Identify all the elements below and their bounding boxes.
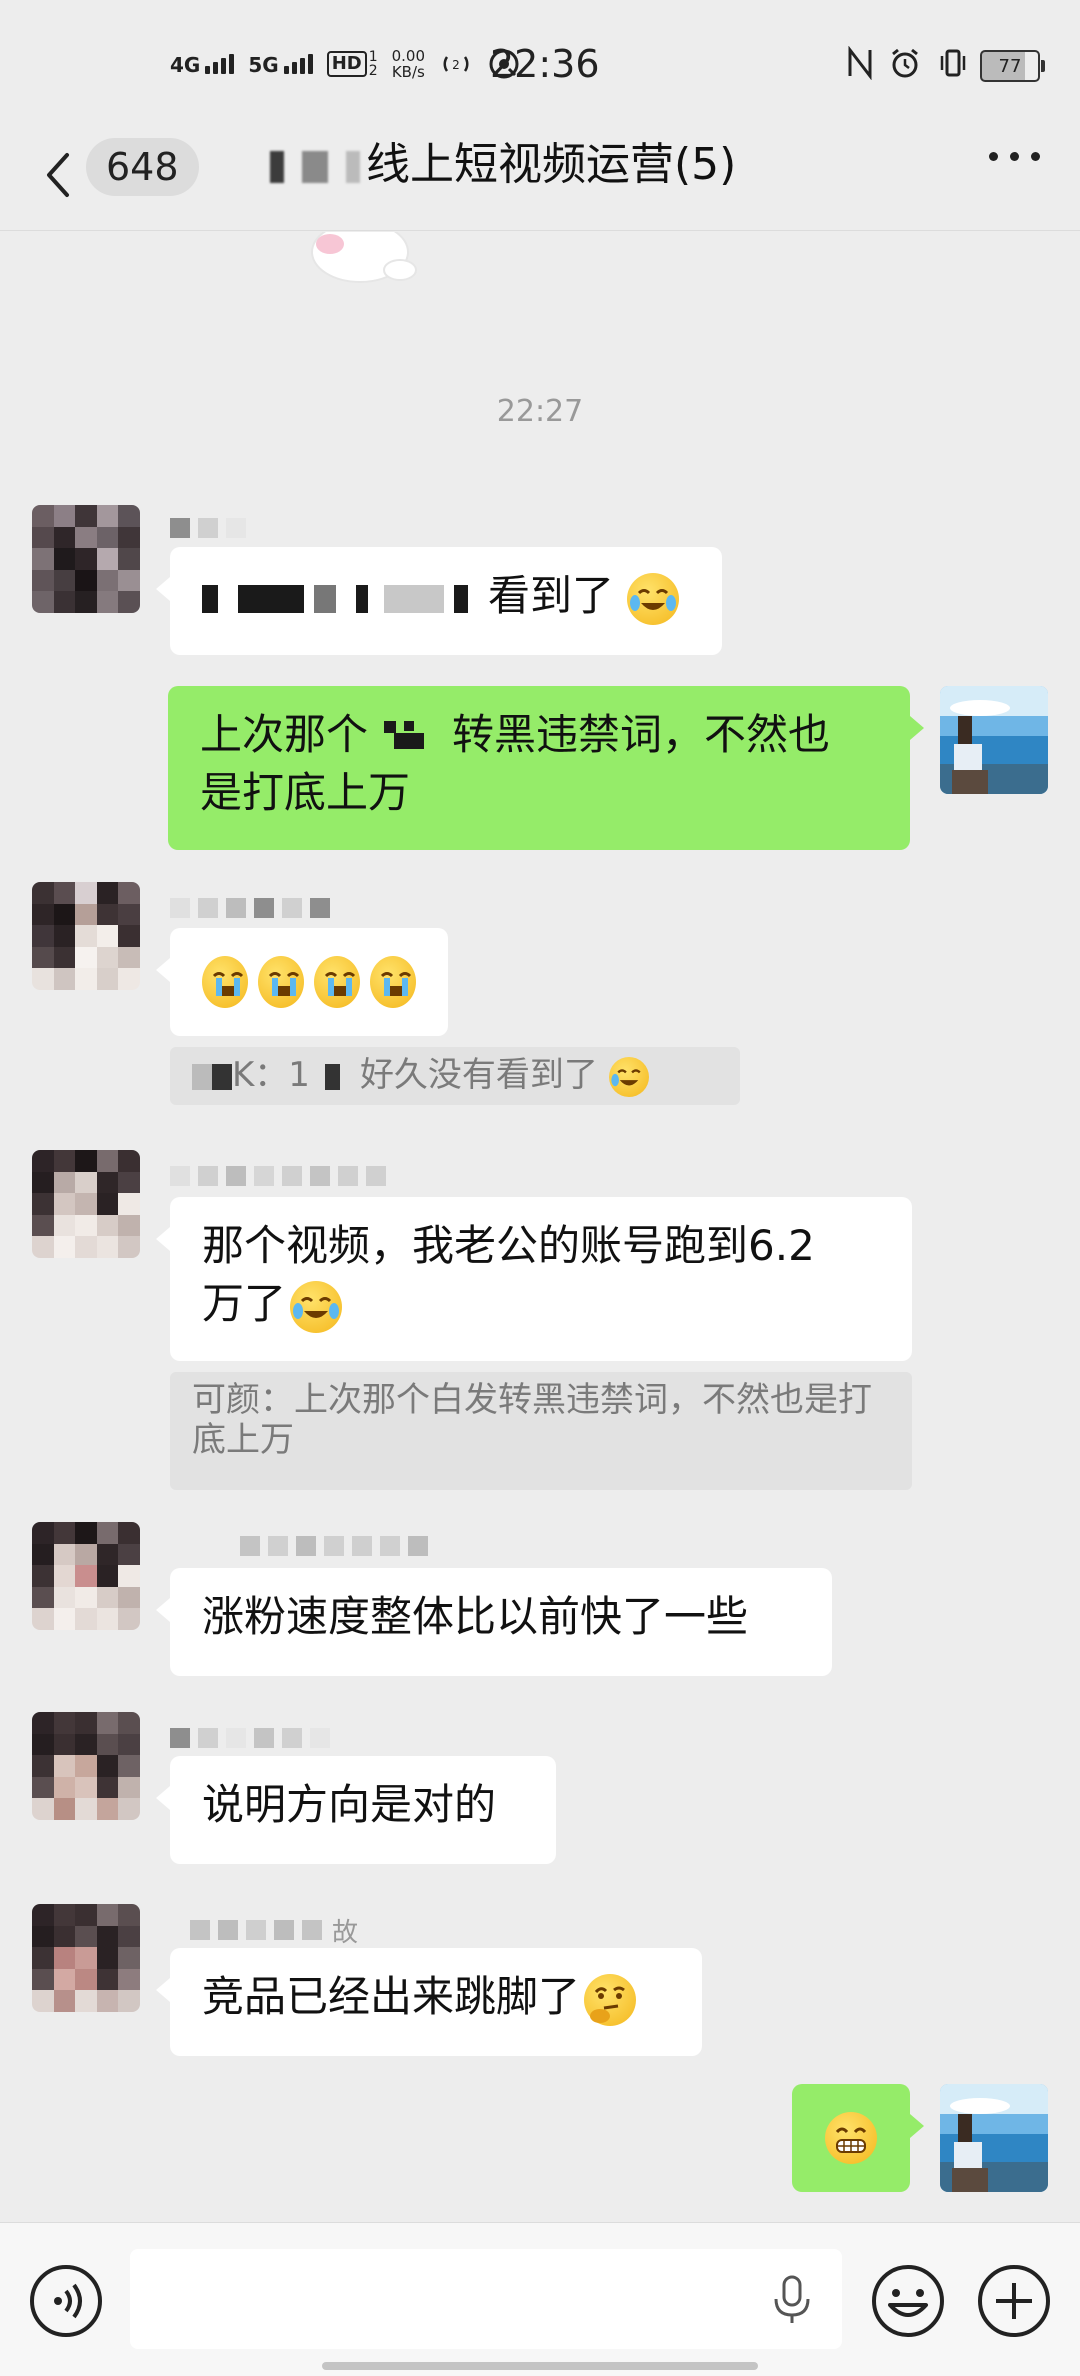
dot-icon (1010, 152, 1019, 161)
my-avatar[interactable] (940, 2084, 1048, 2192)
message-bubble[interactable]: 涨粉速度整体比以前快了一些 (156, 1568, 832, 1676)
nickname-fragment: 故 (332, 1917, 359, 1948)
avatar[interactable] (32, 505, 140, 613)
grinning-emoji-icon (825, 2112, 877, 2164)
message-bubble[interactable] (792, 2084, 924, 2192)
dot-icon (1031, 152, 1040, 161)
net-speed: 0.00 KB/s (392, 48, 425, 80)
status-bar: 4G 5G HD 1 2 0.00 KB/s 2 22:36 77 (0, 0, 1080, 130)
laughing-crying-emoji-icon (290, 1280, 343, 1333)
avatar[interactable] (32, 1522, 140, 1630)
crying-emoji-icon (202, 956, 248, 1008)
message-text: 看到了 (488, 571, 615, 620)
net-speed-unit: KB/s (391, 63, 425, 81)
chevron-left-icon (47, 153, 69, 197)
quote-prefix: K：1 (232, 1055, 310, 1095)
message-text: 涨粉速度整体比以前快了一些 (202, 1592, 749, 1641)
sticker-image[interactable] (300, 232, 440, 287)
status-time: 22:36 (490, 42, 600, 86)
message-list[interactable]: 22:27 看到了 上次那个 转黑违禁词，不然也 是打底上万 K：1 好久没有看… (0, 232, 1080, 2222)
thinking-emoji-icon (584, 1973, 637, 2026)
message-bubble[interactable]: 说明方向是对的 (156, 1756, 556, 1864)
crying-emoji-icon (314, 956, 360, 1008)
svg-text:2: 2 (452, 58, 460, 72)
signal-4g-icon: 4G (170, 53, 235, 77)
message-bubble[interactable]: 看到了 (156, 547, 722, 655)
redacted-text (309, 1064, 360, 1090)
hd-icon: HD 1 2 (326, 49, 378, 79)
input-bar (0, 2222, 1080, 2376)
mic-icon[interactable] (764, 2271, 820, 2327)
my-avatar[interactable] (940, 686, 1048, 794)
quote-text: 好久没有看到了 (359, 1055, 598, 1095)
laughing-crying-emoji-icon (627, 572, 680, 625)
net-speed-value: 0.00 (391, 47, 426, 65)
hd-sub2: 2 (368, 63, 378, 79)
signal-5g-icon: 5G (248, 53, 313, 77)
avatar[interactable] (32, 1712, 140, 1820)
quoted-message[interactable]: 可颜：上次那个白发转黑违禁词，不然也是打底上万 (170, 1372, 912, 1490)
redacted-title-part (270, 151, 284, 183)
redacted-title-part (346, 151, 360, 183)
crying-emoji-icon (258, 956, 304, 1008)
sender-nickname (240, 1528, 428, 1564)
quoted-message[interactable]: K：1 好久没有看到了 (170, 1047, 740, 1105)
sender-nickname (170, 1158, 386, 1194)
message-text-part: 上次那个 (200, 710, 369, 759)
avatar[interactable] (32, 882, 140, 990)
message-text: 说明方向是对的 (202, 1780, 497, 1829)
sender-nickname (170, 890, 330, 926)
battery-level: 77 (998, 55, 1022, 77)
redacted-text (374, 715, 446, 755)
message-text: 上次那个 转黑违禁词，不然也 (200, 706, 878, 764)
message-bubble[interactable]: 上次那个 转黑违禁词，不然也 是打底上万 (168, 686, 924, 850)
vibrate-icon (940, 49, 966, 77)
alarm-icon (892, 48, 918, 78)
laughing-crying-emoji-icon (608, 1056, 649, 1097)
nfc-icon (848, 46, 872, 80)
status-right (846, 46, 970, 80)
emoji-icon[interactable] (870, 2263, 946, 2339)
home-indicator[interactable] (322, 2362, 758, 2370)
dot-icon (989, 152, 998, 161)
chat-title[interactable]: 线上短视频运营(5) (270, 135, 736, 195)
net-5g-label: 5G (248, 53, 279, 77)
hotspot-icon: 2 (443, 56, 469, 72)
message-text: 竞品已经出来跳脚了 (202, 1972, 581, 2021)
hd-sub1: 1 (368, 49, 378, 65)
redacted-title-part (302, 151, 328, 183)
net-4g-label: 4G (170, 53, 201, 77)
status-left: 4G 5G HD 1 2 0.00 KB/s 2 (170, 42, 521, 86)
message-input[interactable] (130, 2249, 842, 2349)
voice-icon[interactable] (28, 2263, 104, 2339)
message-text-part: 转黑违禁词，不然也 (452, 710, 831, 759)
redacted-text (192, 1064, 232, 1090)
sender-nickname (170, 510, 246, 546)
crying-emoji-icon (370, 956, 416, 1008)
sender-nickname: 故 (190, 1912, 358, 1948)
avatar[interactable] (32, 1150, 140, 1258)
chat-screen: 4G 5G HD 1 2 0.00 KB/s 2 22:36 77 648 线上… (0, 0, 1080, 2376)
message-text-line2: 是打底上万 (200, 768, 411, 817)
message-bubble[interactable]: 竞品已经出来跳脚了 (156, 1948, 702, 2056)
plus-icon[interactable] (976, 2263, 1052, 2339)
hd-label: HD (326, 51, 367, 77)
sender-nickname (170, 1720, 330, 1756)
message-bubble[interactable]: 那个视频，我老公的账号跑到6.2 万了 (156, 1197, 912, 1361)
more-options-button[interactable] (989, 152, 1040, 161)
unread-count-badge[interactable]: 648 (86, 138, 199, 196)
back-button[interactable] (38, 140, 78, 210)
chat-title-text: 线上短视频运营(5) (366, 139, 737, 190)
message-bubble[interactable] (156, 928, 448, 1036)
battery-icon: 77 (980, 50, 1045, 82)
avatar[interactable] (32, 1904, 140, 2012)
quote-text: 可颜：上次那个白发转黑违禁词，不然也是打底上万 (192, 1380, 872, 1460)
timestamp-label: 22:27 (496, 394, 584, 429)
redacted-text (202, 571, 488, 620)
